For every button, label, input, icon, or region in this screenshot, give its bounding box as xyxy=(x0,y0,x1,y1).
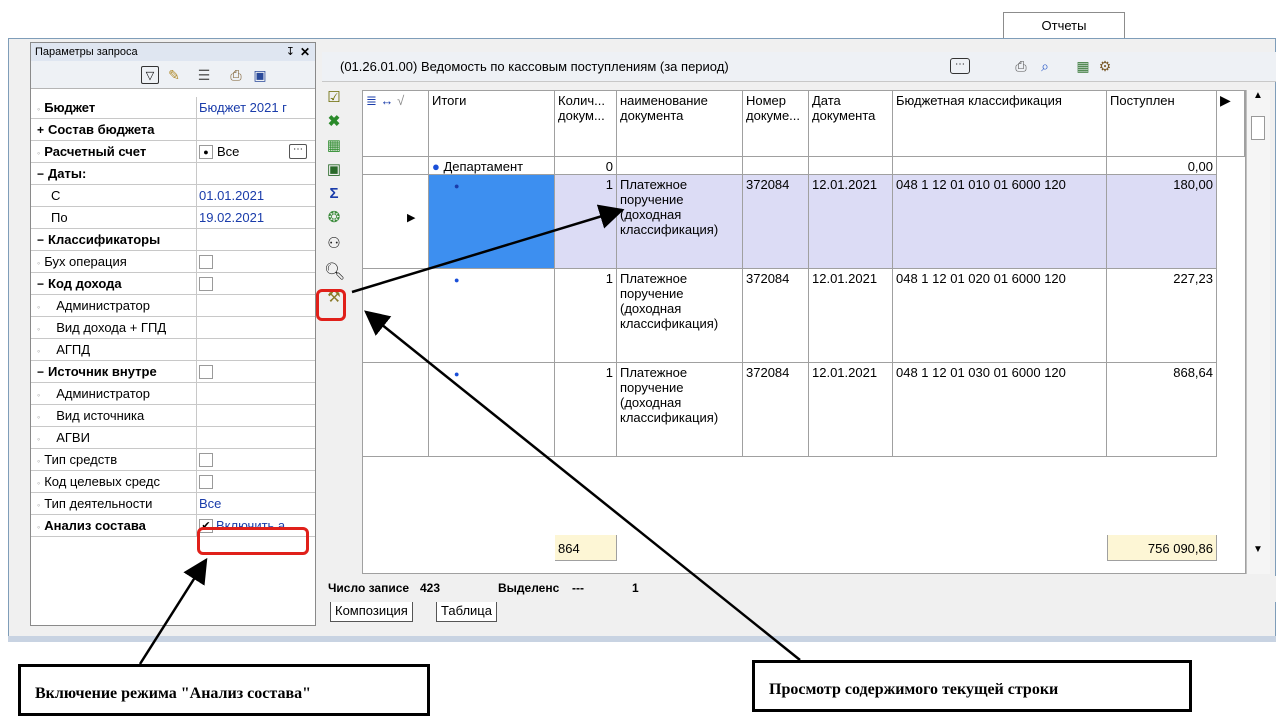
arrow-to-magnifier xyxy=(364,310,801,661)
annotation-arrows xyxy=(138,204,801,665)
arrow-to-row xyxy=(351,204,625,294)
arrow-to-analysis xyxy=(138,557,208,665)
